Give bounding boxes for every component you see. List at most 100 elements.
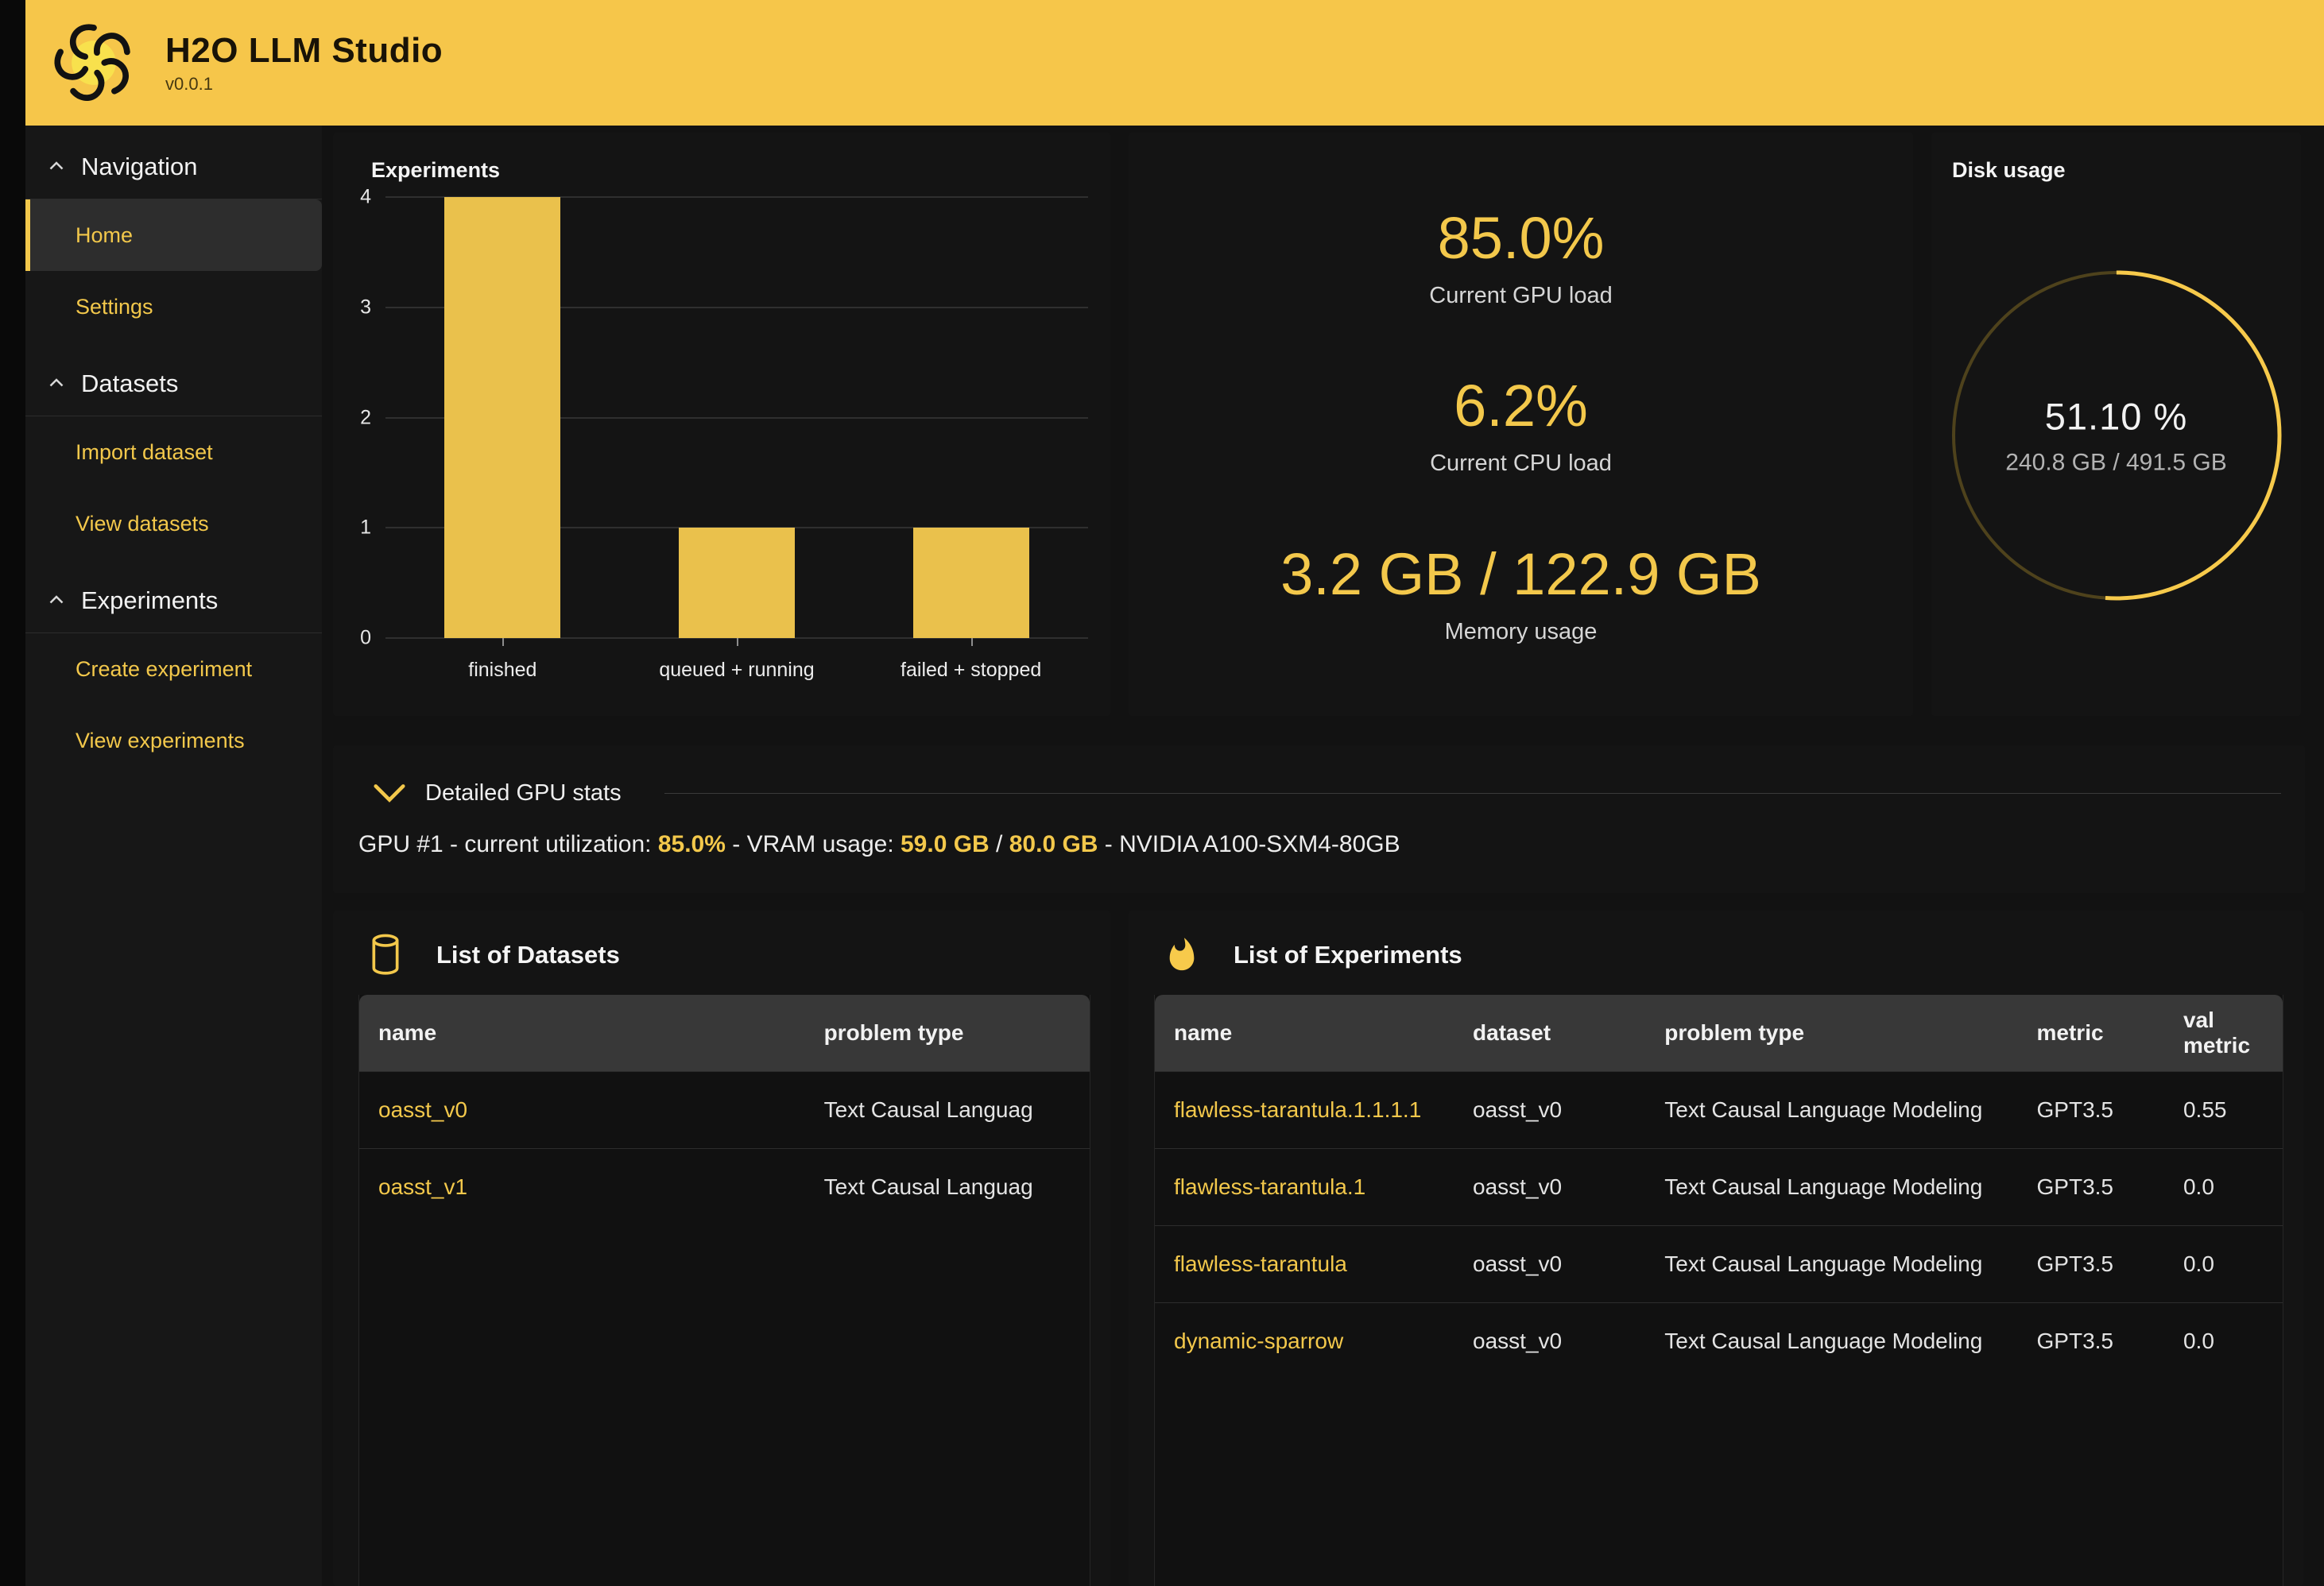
- cell-metric: GPT3.5: [2018, 1148, 2164, 1225]
- sidebar-section-experiments[interactable]: Experiments: [25, 559, 322, 632]
- disk-usage-percent: 51.10 %: [1958, 395, 2276, 439]
- gpu-details-line: GPU #1 - current utilization: 85.0% - VR…: [358, 831, 1400, 858]
- gpu-stat-value: 85.0%: [658, 831, 726, 857]
- memory-usage-stat: 3.2 GB / 122.9 GB Memory usage: [1280, 540, 1761, 645]
- cell-metric: GPT3.5: [2018, 1302, 2164, 1379]
- cell-val-metric: 0.0: [2164, 1225, 2283, 1302]
- gpu-load-stat: 85.0% Current GPU load: [1429, 204, 1613, 309]
- table-row: oasst_v0Text Causal Languag: [359, 1071, 1090, 1148]
- experiments-table-wrap: namedatasetproblem typemetricval metric …: [1154, 995, 2283, 1586]
- row-name-link[interactable]: flawless-tarantula: [1155, 1225, 1454, 1302]
- cell-dataset: oasst_v0: [1454, 1071, 1645, 1148]
- column-header-problem-type: problem type: [805, 995, 1090, 1071]
- x-axis-label: finished: [468, 659, 536, 682]
- column-header-name: name: [1155, 995, 1454, 1071]
- app-title: H2O LLM Studio: [165, 31, 443, 71]
- sidebar-item-create-experiment[interactable]: Create experiment: [25, 633, 322, 705]
- sidebar-section-navigation[interactable]: Navigation: [25, 126, 322, 199]
- experiments-list-header: List of Experiments: [1164, 933, 1462, 977]
- cell-dataset: oasst_v0: [1454, 1225, 1645, 1302]
- y-axis-tick: 0: [360, 627, 371, 650]
- experiments-list-card: List of Experiments namedatasetproblem t…: [1129, 911, 2303, 1586]
- row-name-link[interactable]: flawless-tarantula.1.1.1.1: [1155, 1071, 1454, 1148]
- cell-problem-type: Text Causal Language Modeling: [1645, 1302, 2017, 1379]
- table-row: oasst_v1Text Causal Languag: [359, 1148, 1090, 1225]
- bar-slot: queued + running: [620, 197, 854, 638]
- h2o-logo: [48, 17, 140, 109]
- experiments-chart-card: Experiments 0 1 2 3 4 finished queued + runnin…: [333, 133, 1110, 716]
- column-header-metric: metric: [2018, 995, 2164, 1071]
- cell-problem-type: Text Causal Language Modeling: [1645, 1148, 2017, 1225]
- sidebar-item-label: Create experiment: [76, 657, 252, 682]
- cpu-load-stat: 6.2% Current CPU load: [1430, 372, 1612, 477]
- gpu-load-value: 85.0%: [1438, 204, 1605, 272]
- memory-usage-label: Memory usage: [1445, 619, 1598, 645]
- table-row: flawless-tarantula.1oasst_v0Text Causal …: [1155, 1148, 2283, 1225]
- gpu-stat-text: /: [990, 831, 1009, 857]
- row-name-link[interactable]: dynamic-sparrow: [1155, 1302, 1454, 1379]
- chevron-up-icon: [45, 589, 68, 613]
- disk-usage-card: Disk usage 51.10 % 240.8 GB / 491.5 GB: [1931, 133, 2301, 716]
- sidebar-item-view-datasets[interactable]: View datasets: [25, 488, 322, 559]
- column-header-dataset: dataset: [1454, 995, 1645, 1071]
- datasets-list-header: List of Datasets: [368, 933, 620, 977]
- y-axis-tick: 2: [360, 406, 371, 429]
- disk-usage-readout: 51.10 % 240.8 GB / 491.5 GB: [1958, 395, 2276, 477]
- sidebar: Navigation Home Settings Datasets Import…: [25, 126, 322, 1586]
- y-axis-tick: 4: [360, 186, 371, 209]
- x-axis-label: failed + stopped: [901, 659, 1041, 682]
- y-axis-tick: 3: [360, 296, 371, 319]
- gpu-details-expander[interactable]: Detailed GPU stats: [371, 780, 2281, 807]
- cpu-load-label: Current CPU load: [1430, 451, 1612, 477]
- chevron-up-icon: [45, 155, 68, 179]
- left-edge: [0, 0, 25, 1586]
- sidebar-section-datasets[interactable]: Datasets: [25, 342, 322, 416]
- bar-failed-stopped: [913, 528, 1029, 638]
- experiments-list-title: List of Experiments: [1234, 941, 1462, 969]
- row-name-link[interactable]: oasst_v0: [359, 1071, 805, 1148]
- cell-dataset: oasst_v0: [1454, 1148, 1645, 1225]
- gpu-details-title: Detailed GPU stats: [425, 780, 622, 807]
- sidebar-item-label: View experiments: [76, 729, 245, 753]
- cell-val-metric: 0.0: [2164, 1148, 2283, 1225]
- sidebar-item-label: View datasets: [76, 512, 209, 536]
- system-stats-card: 85.0% Current GPU load 6.2% Current CPU …: [1129, 133, 1913, 716]
- datasets-list-title: List of Datasets: [436, 941, 620, 969]
- sidebar-section-label: Datasets: [81, 369, 178, 398]
- sidebar-item-view-experiments[interactable]: View experiments: [25, 705, 322, 776]
- database-icon: [368, 933, 403, 977]
- bar-finished: [444, 197, 560, 638]
- sidebar-item-label: Import dataset: [76, 440, 213, 465]
- memory-usage-value: 3.2 GB / 122.9 GB: [1280, 540, 1761, 608]
- column-header-problem-type: problem type: [1645, 995, 2017, 1071]
- datasets-table-wrap: nameproblem type oasst_v0Text Causal Lan…: [358, 995, 1090, 1586]
- y-axis-tick: 1: [360, 516, 371, 540]
- table-row: flawless-tarantulaoasst_v0Text Causal La…: [1155, 1225, 2283, 1302]
- gpu-details-card: Detailed GPU stats GPU #1 - current util…: [333, 745, 2305, 893]
- x-axis-tick: [737, 638, 738, 646]
- x-axis-label: queued + running: [659, 659, 814, 682]
- gpu-stat-text: - VRAM usage:: [726, 831, 901, 857]
- cell-problem-type: Text Causal Language Modeling: [1645, 1225, 2017, 1302]
- bar-queued-running: [679, 528, 795, 638]
- column-header-name: name: [359, 995, 805, 1071]
- experiments-table: namedatasetproblem typemetricval metric …: [1155, 995, 2283, 1379]
- sidebar-item-import-dataset[interactable]: Import dataset: [25, 416, 322, 488]
- x-axis-tick: [971, 638, 973, 646]
- cell-problem-type: Text Causal Languag: [805, 1148, 1090, 1225]
- cell-dataset: oasst_v0: [1454, 1302, 1645, 1379]
- sidebar-item-label: Settings: [76, 295, 153, 319]
- cell-problem-type: Text Causal Language Modeling: [1645, 1071, 2017, 1148]
- cell-problem-type: Text Causal Languag: [805, 1071, 1090, 1148]
- disk-usage-title: Disk usage: [1952, 158, 2066, 183]
- cell-val-metric: 0.55: [2164, 1071, 2283, 1148]
- row-name-link[interactable]: flawless-tarantula.1: [1155, 1148, 1454, 1225]
- cell-val-metric: 0.0: [2164, 1302, 2283, 1379]
- sidebar-item-settings[interactable]: Settings: [25, 271, 322, 342]
- chart-title: Experiments: [371, 158, 500, 183]
- cell-metric: GPT3.5: [2018, 1071, 2164, 1148]
- row-name-link[interactable]: oasst_v1: [359, 1148, 805, 1225]
- sidebar-item-home[interactable]: Home: [25, 199, 322, 271]
- gpu-stat-text: GPU #1 - current utilization:: [358, 831, 658, 857]
- column-header-val-metric: val metric: [2164, 995, 2283, 1071]
